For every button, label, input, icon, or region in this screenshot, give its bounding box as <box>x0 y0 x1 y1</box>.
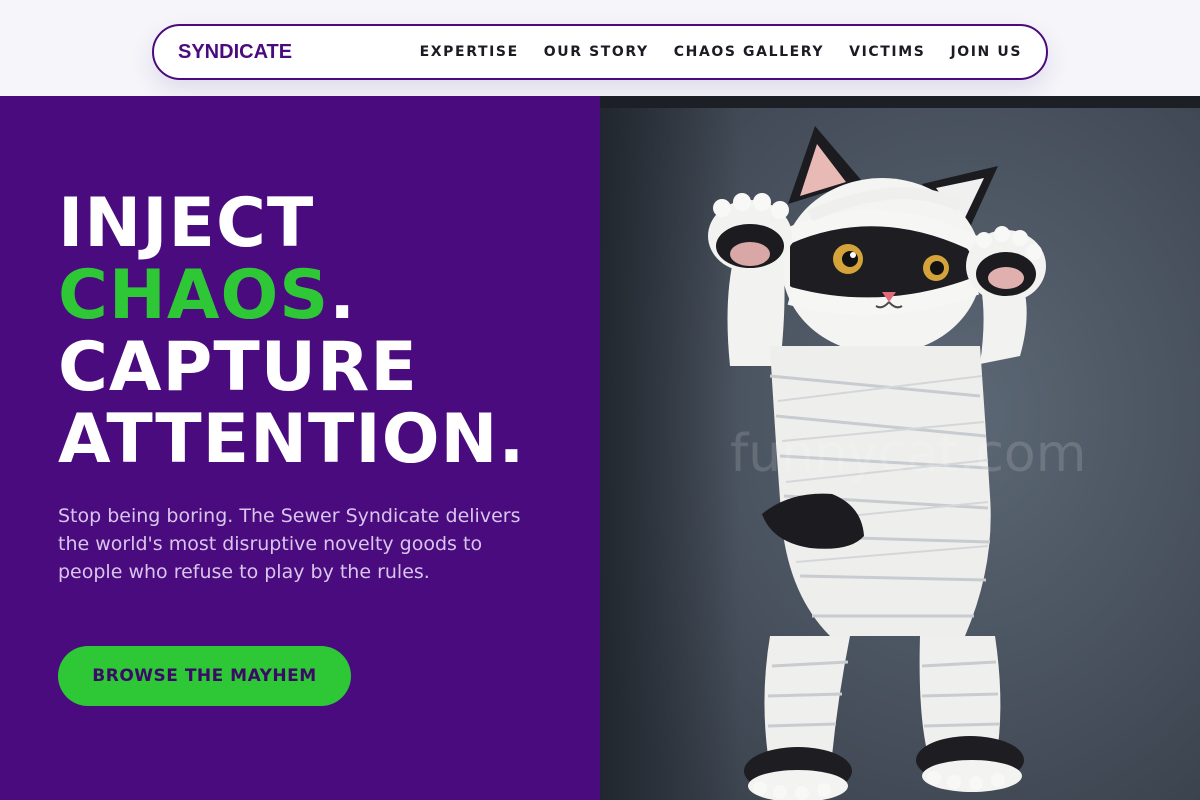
headline-line-inject: INJECT <box>58 184 315 263</box>
nav-link-expertise[interactable]: EXPERTISE <box>420 44 519 60</box>
nav-link-our-story[interactable]: OUR STORY <box>544 44 649 60</box>
headline-line-attention: ATTENTION. <box>58 400 526 479</box>
headline-accent-chaos: CHAOS <box>58 256 330 335</box>
browse-mayhem-button[interactable]: BROWSE THE MAYHEM <box>58 646 351 706</box>
hero-image: funnycat.com <box>600 96 1200 800</box>
nav-bar: SYNDICATE EXPERTISE OUR STORY CHAOS GALL… <box>152 24 1048 80</box>
hero-subtext: Stop being boring. The Sewer Syndicate d… <box>58 505 521 583</box>
nav-link-victims[interactable]: VICTIMS <box>849 44 925 60</box>
headline-line-chaos: CHAOS. <box>58 260 525 332</box>
nav-link-join-us[interactable]: JOIN US <box>950 44 1022 60</box>
headline-period: . <box>329 256 357 335</box>
nav-link-chaos-gallery[interactable]: CHAOS GALLERY <box>674 44 824 60</box>
headline-line-capture: CAPTURE <box>58 328 418 407</box>
nav-links: EXPERTISE OUR STORY CHAOS GALLERY VICTIM… <box>420 44 1022 60</box>
site-header: SYNDICATE EXPERTISE OUR STORY CHAOS GALL… <box>0 0 1200 96</box>
hero-headline: INJECT CHAOS. CAPTURE ATTENTION. <box>58 188 525 476</box>
image-watermark: funnycat.com <box>730 424 1087 484</box>
hero-content: INJECT CHAOS. CAPTURE ATTENTION. Stop be… <box>0 96 600 800</box>
brand-logo[interactable]: SYNDICATE <box>178 41 292 64</box>
